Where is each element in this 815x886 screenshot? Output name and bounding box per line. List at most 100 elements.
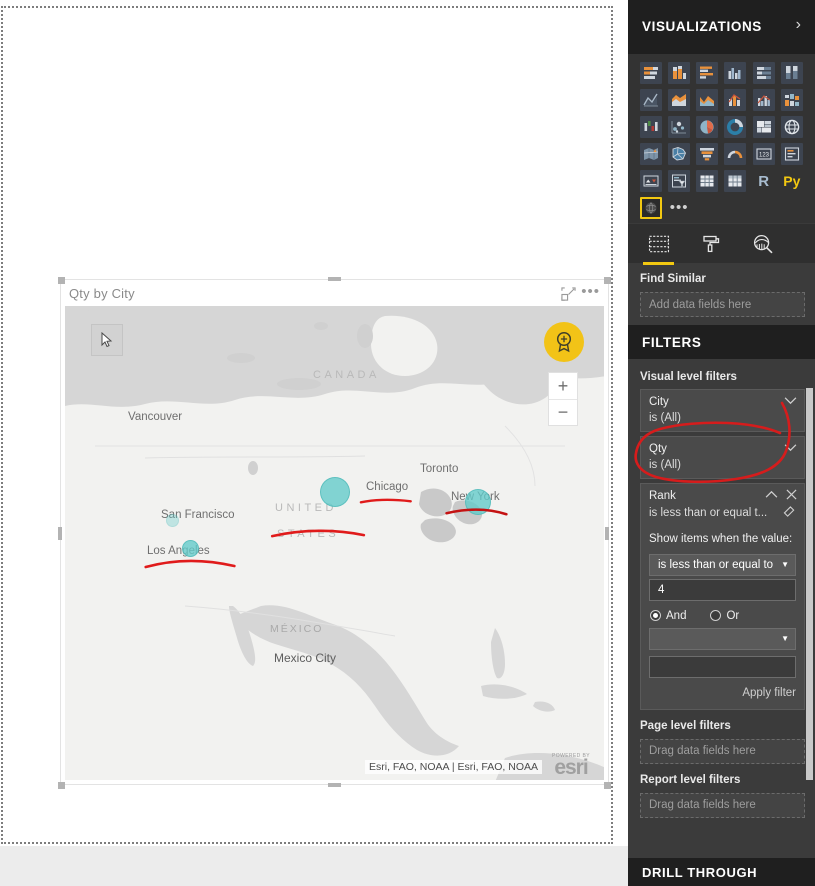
viz-shape-map-icon[interactable] [668,143,691,165]
zoom-out-button[interactable]: − [549,400,577,426]
filter-card-rank[interactable]: Rank is less than or equal t... Show ite… [640,483,805,710]
second-filter-value-input[interactable] [649,655,796,678]
radio-or[interactable]: Or [710,610,739,622]
tab-format[interactable] [696,231,726,257]
chevron-up-icon[interactable] [765,489,778,502]
tab-analytics[interactable] [748,231,778,257]
chevron-down-icon[interactable] [784,395,797,407]
viz-stacked-area-chart-icon[interactable] [696,89,719,111]
viz-area-chart-icon[interactable] [668,89,691,111]
tab-fields[interactable] [643,231,674,265]
viz-stacked-column-chart-icon[interactable] [668,62,691,84]
filter-condition-value-input[interactable]: 4 [649,578,796,601]
viz-clustered-column-chart-icon[interactable] [724,62,747,84]
more-options-icon[interactable]: ••• [581,284,600,299]
viz-matrix-icon[interactable] [724,170,747,192]
resize-handle-middle-right[interactable] [605,527,609,540]
chevron-right-icon[interactable]: › [796,17,801,33]
resize-handle-bottom-center[interactable] [328,783,341,787]
viz-r-script-visual-icon[interactable]: R [753,170,775,192]
viz-card-icon[interactable]: 123 [752,143,775,165]
viz-clustered-bar-chart-icon[interactable] [696,62,719,84]
find-similar-dropzone[interactable]: Add data fields here [640,292,805,317]
filter-card-qty-name: Qty [649,443,667,455]
resize-handle-top-left[interactable] [58,277,65,284]
viz-table-icon[interactable] [696,170,719,192]
visual-level-filters-label: Visual level filters [640,371,737,383]
map-label-states: STATES [277,528,340,540]
award-ribbon-icon[interactable] [544,322,584,362]
radio-or-dot [710,610,722,622]
find-similar-label: Find Similar [640,273,706,285]
resize-handle-bottom-left[interactable] [58,782,65,789]
viz-100-stacked-bar-chart-icon[interactable] [752,62,775,84]
viz-line-stacked-column-chart-icon[interactable] [724,89,747,111]
map-surface[interactable]: CANADA UNITED STATES MÉXICO Vancouver To… [65,306,604,780]
filter-logic-radio-group: And Or [650,610,796,622]
filter-card-city-value: is (All) [649,412,681,424]
report-level-filters-dropzone[interactable]: Drag data fields here [640,792,805,818]
visual-title: Qty by City [69,286,135,301]
viz-funnel-icon[interactable] [696,143,719,165]
esri-wordmark: esri [554,756,588,780]
viz-100-stacked-column-chart-icon[interactable] [780,62,803,84]
resize-handle-bottom-right[interactable] [604,782,611,789]
resize-handle-top-center[interactable] [328,277,341,281]
filter-condition-select[interactable]: is less than or equal to ▼ [649,553,796,576]
filters-pane-scrollbar[interactable] [806,388,813,780]
canvas-bottom-strip [0,846,628,886]
close-icon[interactable] [786,489,797,502]
esri-logo: POWERED BY esri [542,753,600,778]
viz-more-options-icon[interactable]: ••• [668,197,690,219]
page-level-filters-dropzone[interactable]: Drag data fields here [640,738,805,764]
canvas-right-gap [615,0,628,886]
map-bubble-new-york[interactable] [465,489,491,515]
viz-line-clustered-column-chart-icon[interactable] [752,89,775,111]
eraser-icon[interactable] [783,506,796,520]
chevron-down-icon[interactable] [784,442,797,454]
filters-title: FILTERS [642,334,702,350]
drillthrough-header: DRILL THROUGH [628,858,815,886]
viz-scatter-chart-icon[interactable] [668,116,691,138]
map-visual[interactable]: Qty by City ••• CANADA UNITED STATES MÉX… [60,279,609,785]
map-zoom-controls[interactable]: + − [548,372,578,426]
cursor-arrow-icon[interactable] [91,324,123,356]
viz-pie-chart-icon[interactable] [696,116,719,138]
viz-gauge-icon[interactable] [724,143,747,165]
viz-arcgis-maps-icon[interactable] [640,197,662,219]
apply-filter-button[interactable]: Apply filter [649,687,796,699]
radio-and[interactable]: And [650,610,686,622]
viz-donut-chart-icon[interactable] [724,116,747,138]
viz-ribbon-chart-icon[interactable] [780,89,803,111]
resize-handle-middle-left[interactable] [58,527,62,540]
visualization-gallery: 123 R Py ••• [628,54,815,223]
report-canvas-area: Qty by City ••• CANADA UNITED STATES MÉX… [0,0,628,886]
map-attribution: Esri, FAO, NOAA | Esri, FAO, NOAA [364,760,542,774]
viz-stacked-bar-chart-icon[interactable] [640,62,662,84]
viz-treemap-icon[interactable] [752,116,775,138]
second-filter-condition-select[interactable]: ▼ [649,627,796,650]
viz-multi-row-card-icon[interactable] [780,143,803,165]
zoom-in-button[interactable]: + [549,373,577,400]
viz-filled-map-icon[interactable] [640,143,662,165]
resize-handle-top-right[interactable] [604,277,611,284]
map-label-mexico: MÉXICO [270,623,324,635]
svg-text:123: 123 [759,152,770,158]
viz-map-icon[interactable] [780,116,803,138]
visualization-icon-grid: 123 R Py ••• [640,62,805,219]
visualization-pane-tabs [628,223,815,265]
filter-card-qty[interactable]: Qty is (All) [640,436,805,479]
more-dots-glyph: ••• [669,199,689,216]
map-bubble-chicago[interactable] [320,477,350,507]
viz-line-chart-icon[interactable] [640,89,662,111]
viz-waterfall-chart-icon[interactable] [640,116,662,138]
filter-card-qty-icons [784,442,797,454]
map-bubble-san-francisco[interactable] [166,514,179,527]
viz-slicer-icon[interactable] [668,170,691,192]
map-bubble-los-angeles[interactable] [182,540,199,557]
viz-kpi-icon[interactable] [640,170,662,192]
filter-card-city[interactable]: City is (All) [640,389,805,432]
focus-mode-icon[interactable] [561,287,576,302]
viz-python-visual-icon[interactable]: Py [781,170,803,192]
map-body[interactable]: CANADA UNITED STATES MÉXICO Vancouver To… [65,306,604,780]
